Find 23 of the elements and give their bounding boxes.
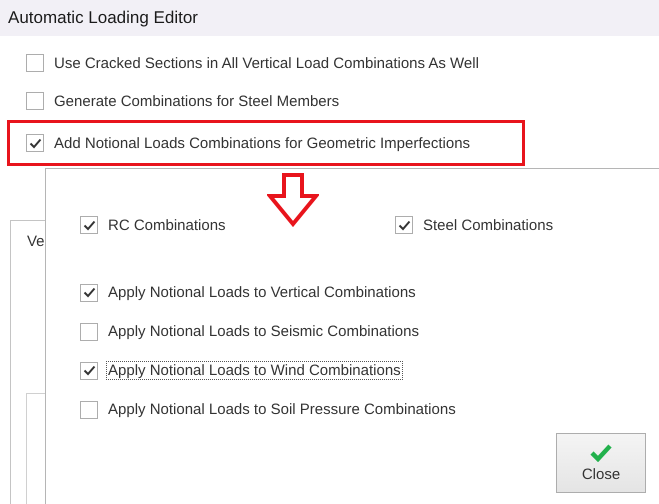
- down-arrow-icon: [267, 173, 319, 227]
- checkbox[interactable]: [395, 216, 413, 234]
- option-label[interactable]: Apply Notional Loads to Vertical Combinations: [106, 283, 418, 302]
- close-button[interactable]: Close: [556, 433, 646, 493]
- checkbox[interactable]: [80, 216, 98, 234]
- panel-label: Ve: [27, 233, 45, 250]
- option-label[interactable]: Apply Notional Loads to Seismic Combinations: [106, 322, 421, 341]
- option-label[interactable]: Steel Combinations: [421, 216, 556, 234]
- option-label[interactable]: Apply Notional Loads to Soil Pressure Combinations: [106, 400, 458, 419]
- checkbox[interactable]: [80, 362, 98, 380]
- option-label[interactable]: Generate Combinations for Steel Members: [52, 92, 342, 110]
- checkbox[interactable]: [80, 322, 98, 340]
- option-label[interactable]: Apply Notional Loads to Wind Combinations: [106, 361, 403, 380]
- checkbox[interactable]: [26, 54, 44, 72]
- checkbox[interactable]: [80, 400, 98, 418]
- option-label[interactable]: RC Combinations: [106, 216, 228, 234]
- window-title: Automatic Loading Editor: [8, 8, 198, 28]
- option-label[interactable]: Use Cracked Sections in All Vertical Load Combinations As Well: [52, 54, 481, 72]
- option-label[interactable]: Add Notional Loads Combinations for Geometric Imperfections: [52, 134, 472, 152]
- checkmark-icon: [590, 444, 612, 462]
- checkbox[interactable]: [80, 284, 98, 302]
- checkbox[interactable]: [26, 134, 44, 152]
- checkbox[interactable]: [26, 92, 44, 110]
